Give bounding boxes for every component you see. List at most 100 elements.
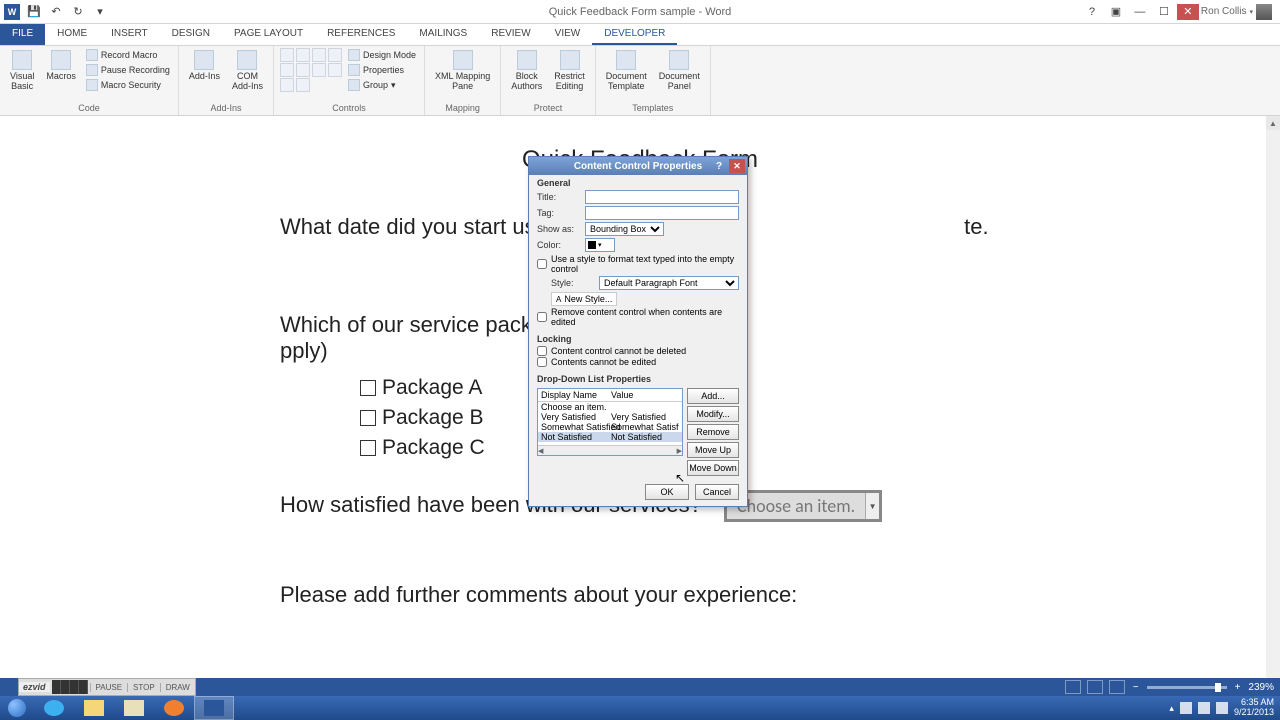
checkbox-control-icon[interactable] bbox=[280, 63, 294, 77]
use-style-checkbox[interactable] bbox=[537, 259, 547, 269]
visual-basic-button[interactable]: VisualBasic bbox=[6, 48, 38, 94]
plain-text-control-icon[interactable] bbox=[296, 48, 310, 62]
tab-insert[interactable]: INSERT bbox=[99, 24, 160, 45]
tab-references[interactable]: REFERENCES bbox=[315, 24, 407, 45]
block-authors-button[interactable]: BlockAuthors bbox=[507, 48, 546, 94]
tab-page-layout[interactable]: PAGE LAYOUT bbox=[222, 24, 315, 45]
picture-control-icon[interactable] bbox=[312, 48, 326, 62]
style-select[interactable]: Default Paragraph Font bbox=[599, 276, 739, 290]
dropdown-control-icon[interactable] bbox=[312, 63, 326, 77]
zoom-out-button[interactable]: − bbox=[1131, 682, 1141, 693]
save-icon[interactable]: 💾 bbox=[26, 4, 42, 20]
system-tray: ▴ 6:35 AM 9/21/2013 bbox=[1169, 698, 1280, 718]
record-macro-button[interactable]: Record Macro bbox=[84, 48, 172, 62]
title-label: Title: bbox=[537, 192, 579, 202]
tab-developer[interactable]: DEVELOPER bbox=[592, 24, 677, 45]
group-templates: DocumentTemplate DocumentPanel Templates bbox=[596, 46, 711, 115]
taskbar-ie[interactable] bbox=[34, 696, 74, 720]
undo-icon[interactable]: ↶ bbox=[48, 4, 64, 20]
scroll-up-icon[interactable]: ▲ bbox=[1266, 116, 1280, 130]
tab-mailings[interactable]: MAILINGS bbox=[407, 24, 479, 45]
ezvid-draw-button[interactable]: DRAW bbox=[160, 683, 195, 692]
tab-file[interactable]: FILE bbox=[0, 24, 45, 45]
print-layout-icon[interactable] bbox=[1087, 680, 1103, 694]
macros-button[interactable]: Macros bbox=[42, 48, 80, 94]
combobox-control-icon[interactable] bbox=[296, 63, 310, 77]
ok-button[interactable]: OK bbox=[645, 484, 689, 500]
taskbar-libraries[interactable] bbox=[114, 696, 154, 720]
modify-button[interactable]: Modify... bbox=[687, 406, 739, 422]
ezvid-stop-button[interactable]: STOP bbox=[127, 683, 160, 692]
section-general: General bbox=[537, 178, 739, 188]
macro-security-button[interactable]: Macro Security bbox=[84, 78, 172, 92]
cancel-button[interactable]: Cancel bbox=[695, 484, 739, 500]
tray-expand-icon[interactable]: ▴ bbox=[1169, 703, 1174, 714]
group-icon bbox=[348, 79, 360, 91]
minimize-icon[interactable]: — bbox=[1129, 4, 1151, 20]
help-icon[interactable]: ? bbox=[1081, 4, 1103, 20]
horizontal-scrollbar[interactable]: ◀▶ bbox=[538, 445, 682, 455]
checkbox-icon[interactable] bbox=[360, 440, 376, 456]
chevron-down-icon[interactable]: ▼ bbox=[865, 493, 879, 519]
qat-customize-icon[interactable]: ▾ bbox=[92, 4, 108, 20]
ezvid-pause-button[interactable]: PAUSE bbox=[90, 683, 128, 692]
restrict-editing-button[interactable]: RestrictEditing bbox=[550, 48, 589, 94]
taskbar-word[interactable] bbox=[194, 696, 234, 720]
zoom-in-button[interactable]: + bbox=[1233, 682, 1243, 693]
volume-icon[interactable] bbox=[1216, 702, 1228, 714]
maximize-icon[interactable]: ☐ bbox=[1153, 4, 1175, 20]
move-up-button[interactable]: Move Up bbox=[687, 442, 739, 458]
remove-button[interactable]: Remove bbox=[687, 424, 739, 440]
remove-on-edit-checkbox[interactable] bbox=[537, 312, 547, 322]
xml-mapping-button[interactable]: XML MappingPane bbox=[431, 48, 494, 94]
new-style-button[interactable]: ANew Style... bbox=[551, 292, 617, 306]
tab-home[interactable]: HOME bbox=[45, 24, 99, 45]
tag-input[interactable] bbox=[585, 206, 739, 220]
tab-view[interactable]: VIEW bbox=[543, 24, 593, 45]
color-picker[interactable]: ▾ bbox=[585, 238, 615, 252]
checkbox-icon[interactable] bbox=[360, 410, 376, 426]
properties-button[interactable]: Properties bbox=[346, 63, 418, 77]
cannot-delete-checkbox[interactable] bbox=[537, 346, 547, 356]
pause-recording-button[interactable]: Pause Recording bbox=[84, 63, 172, 77]
legacy-tools-icon[interactable] bbox=[296, 78, 310, 92]
zoom-level[interactable]: 239% bbox=[1248, 682, 1274, 693]
design-mode-button[interactable]: Design Mode bbox=[346, 48, 418, 62]
taskbar-explorer[interactable] bbox=[74, 696, 114, 720]
ribbon-options-icon[interactable]: ▣ bbox=[1105, 4, 1127, 20]
date-picker-control-icon[interactable] bbox=[328, 63, 342, 77]
vertical-scrollbar[interactable]: ▲ bbox=[1266, 116, 1280, 680]
repeating-section-icon[interactable] bbox=[280, 78, 294, 92]
building-block-control-icon[interactable] bbox=[328, 48, 342, 62]
taskbar-media-player[interactable] bbox=[154, 696, 194, 720]
cannot-edit-checkbox[interactable] bbox=[537, 357, 547, 367]
user-name[interactable]: Ron Collis ▾ bbox=[1201, 4, 1272, 20]
clock[interactable]: 6:35 AM 9/21/2013 bbox=[1234, 698, 1274, 718]
move-down-button[interactable]: Move Down bbox=[687, 460, 739, 476]
group-button[interactable]: Group ▾ bbox=[346, 78, 418, 92]
title-input[interactable] bbox=[585, 190, 739, 204]
dialog-close-icon[interactable]: ✕ bbox=[729, 159, 745, 173]
document-template-button[interactable]: DocumentTemplate bbox=[602, 48, 651, 94]
question-4: Please add further comments about your e… bbox=[280, 582, 1000, 608]
tab-review[interactable]: REVIEW bbox=[479, 24, 542, 45]
add-button[interactable]: Add... bbox=[687, 388, 739, 404]
rich-text-control-icon[interactable] bbox=[280, 48, 294, 62]
web-layout-icon[interactable] bbox=[1109, 680, 1125, 694]
redo-icon[interactable]: ↻ bbox=[70, 4, 86, 20]
dropdown-items-list[interactable]: Display NameValue Choose an item. Very S… bbox=[537, 388, 683, 456]
checkbox-icon[interactable] bbox=[360, 380, 376, 396]
start-button[interactable] bbox=[0, 696, 34, 720]
action-center-icon[interactable] bbox=[1180, 702, 1192, 714]
network-icon[interactable] bbox=[1198, 702, 1210, 714]
com-addins-button[interactable]: COMAdd-Ins bbox=[228, 48, 267, 94]
zoom-slider[interactable] bbox=[1147, 686, 1227, 689]
addins-button[interactable]: Add-Ins bbox=[185, 48, 224, 94]
document-panel-button[interactable]: DocumentPanel bbox=[655, 48, 704, 94]
close-icon[interactable]: ✕ bbox=[1177, 4, 1199, 20]
show-as-select[interactable]: Bounding Box bbox=[585, 222, 664, 236]
folder-icon bbox=[84, 700, 104, 716]
tab-design[interactable]: DESIGN bbox=[160, 24, 222, 45]
dialog-help-icon[interactable]: ? bbox=[711, 159, 727, 173]
read-mode-icon[interactable] bbox=[1065, 680, 1081, 694]
